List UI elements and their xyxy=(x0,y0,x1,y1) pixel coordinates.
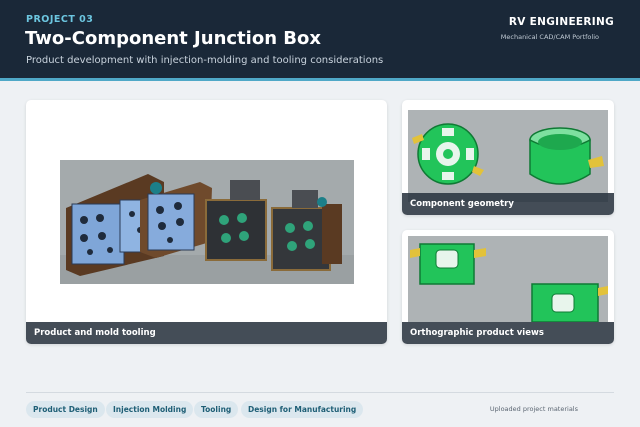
footer-note: Uploaded project materials xyxy=(489,405,578,413)
project-number: PROJECT 03 xyxy=(26,14,94,25)
orthographic-views-image xyxy=(408,236,608,322)
tag-product-design[interactable]: Product Design xyxy=(26,401,105,418)
page-title: Two-Component Junction Box xyxy=(25,28,321,49)
mold-tooling-image xyxy=(60,160,354,284)
footer-divider xyxy=(26,392,614,393)
brand-name: RV ENGINEERING xyxy=(508,16,614,28)
component-geometry-card[interactable]: Component geometry xyxy=(402,100,614,215)
brand-tagline: Mechanical CAD/CAM Portfolio xyxy=(500,33,599,41)
header-accent-stripe xyxy=(0,78,640,81)
component-geometry-image xyxy=(408,110,608,202)
tag-injection-molding[interactable]: Injection Molding xyxy=(106,401,194,418)
page-header: PROJECT 03 Two-Component Junction Box Pr… xyxy=(0,0,640,78)
orthographic-views-caption: Orthographic product views xyxy=(402,322,614,344)
page-subtitle: Product development with injection-moldi… xyxy=(26,55,384,66)
main-image-card[interactable]: Product and mold tooling xyxy=(26,100,387,344)
tag-tooling[interactable]: Tooling xyxy=(194,401,239,418)
main-image-caption: Product and mold tooling xyxy=(26,322,387,344)
component-geometry-caption: Component geometry xyxy=(402,193,614,215)
tag-design-for-manufacturing[interactable]: Design for Manufacturing xyxy=(241,401,364,418)
orthographic-views-card[interactable]: Orthographic product views xyxy=(402,230,614,344)
